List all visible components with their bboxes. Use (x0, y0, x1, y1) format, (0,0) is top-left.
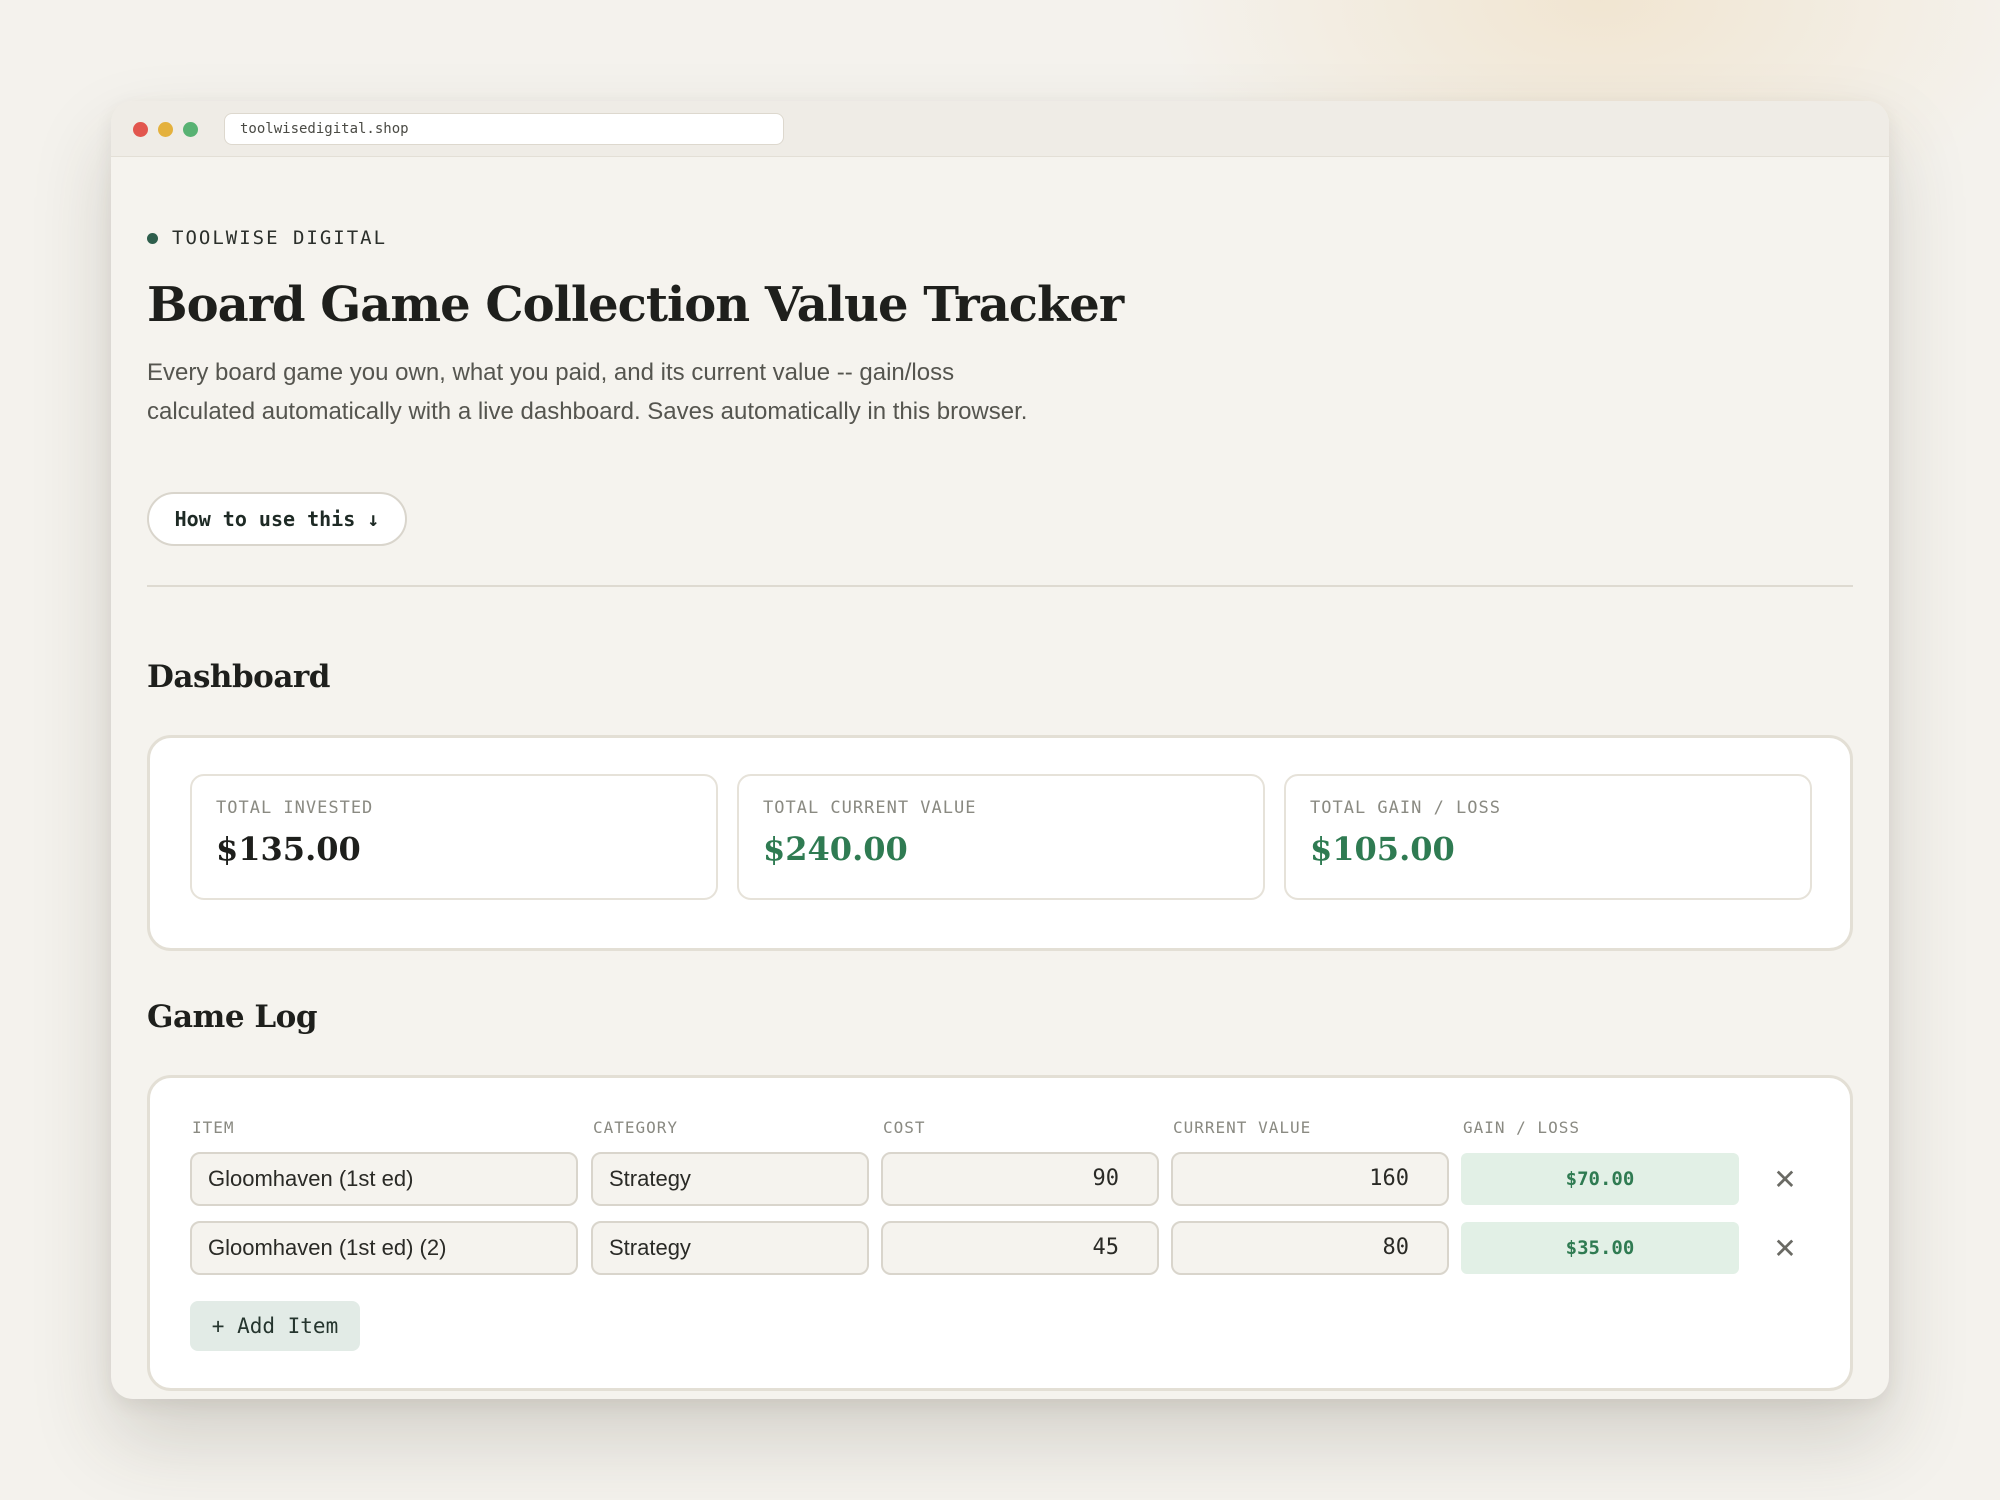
card-value: $240.00 (763, 830, 908, 868)
column-header-gain-loss: GAIN / LOSS (1463, 1118, 1580, 1137)
column-header-cost: COST (883, 1118, 926, 1137)
section-divider (147, 585, 1853, 587)
brand-dot-icon (147, 232, 158, 244)
page-description: Every board game you own, what you paid,… (147, 359, 1028, 425)
browser-window: toolwisedigital.shop TOOLWISE DIGITAL Bo… (111, 101, 1889, 1399)
item-name-input[interactable]: Gloomhaven (1st ed) (190, 1152, 578, 1206)
maximize-window-button[interactable] (183, 122, 198, 137)
close-window-button[interactable] (133, 122, 148, 137)
column-header-category: CATEGORY (593, 1118, 679, 1137)
cost-input[interactable]: 45 (881, 1221, 1159, 1275)
card-label: TOTAL INVESTED (216, 798, 374, 818)
page-title: Board Game Collection Value Tracker (147, 277, 1124, 333)
game-log-panel: ITEM CATEGORY COST CURRENT VALUE GAIN / … (147, 1075, 1853, 1391)
minimize-window-button[interactable] (158, 122, 173, 137)
browser-titlebar: toolwisedigital.shop (111, 101, 1889, 157)
item-name-input[interactable]: Gloomhaven (1st ed) (2) (190, 1221, 578, 1275)
total-gain-loss-card: TOTAL GAIN / LOSS $105.00 (1284, 774, 1812, 900)
current-value-input[interactable]: 80 (1171, 1221, 1449, 1275)
url-bar[interactable]: toolwisedigital.shop (224, 113, 784, 145)
cost-input[interactable]: 90 (881, 1152, 1159, 1206)
close-icon[interactable]: ✕ (1765, 1160, 1805, 1200)
gain-loss-value: $70.00 (1461, 1153, 1739, 1205)
game-log-heading: Game Log (147, 999, 318, 1035)
how-to-use-button[interactable]: How to use this ↓ (147, 492, 407, 546)
close-icon[interactable]: ✕ (1765, 1229, 1805, 1269)
category-input[interactable]: Strategy (591, 1152, 869, 1206)
card-label: TOTAL CURRENT VALUE (763, 798, 977, 818)
brand: TOOLWISE DIGITAL (147, 227, 387, 249)
card-label: TOTAL GAIN / LOSS (1310, 798, 1501, 818)
column-header-current-value: CURRENT VALUE (1173, 1118, 1312, 1137)
total-invested-card: TOTAL INVESTED $135.00 (190, 774, 718, 900)
total-current-value-card: TOTAL CURRENT VALUE $240.00 (737, 774, 1265, 900)
card-value: $105.00 (1310, 830, 1455, 868)
current-value-input[interactable]: 160 (1171, 1152, 1449, 1206)
category-input[interactable]: Strategy (591, 1221, 869, 1275)
dashboard-heading: Dashboard (147, 659, 330, 695)
add-item-button[interactable]: + Add Item (190, 1301, 360, 1351)
column-header-item: ITEM (192, 1118, 235, 1137)
card-value: $135.00 (216, 830, 361, 868)
brand-name: TOOLWISE DIGITAL (172, 227, 388, 249)
dashboard-panel: TOTAL INVESTED $135.00 TOTAL CURRENT VAL… (147, 735, 1853, 951)
gain-loss-value: $35.00 (1461, 1222, 1739, 1274)
